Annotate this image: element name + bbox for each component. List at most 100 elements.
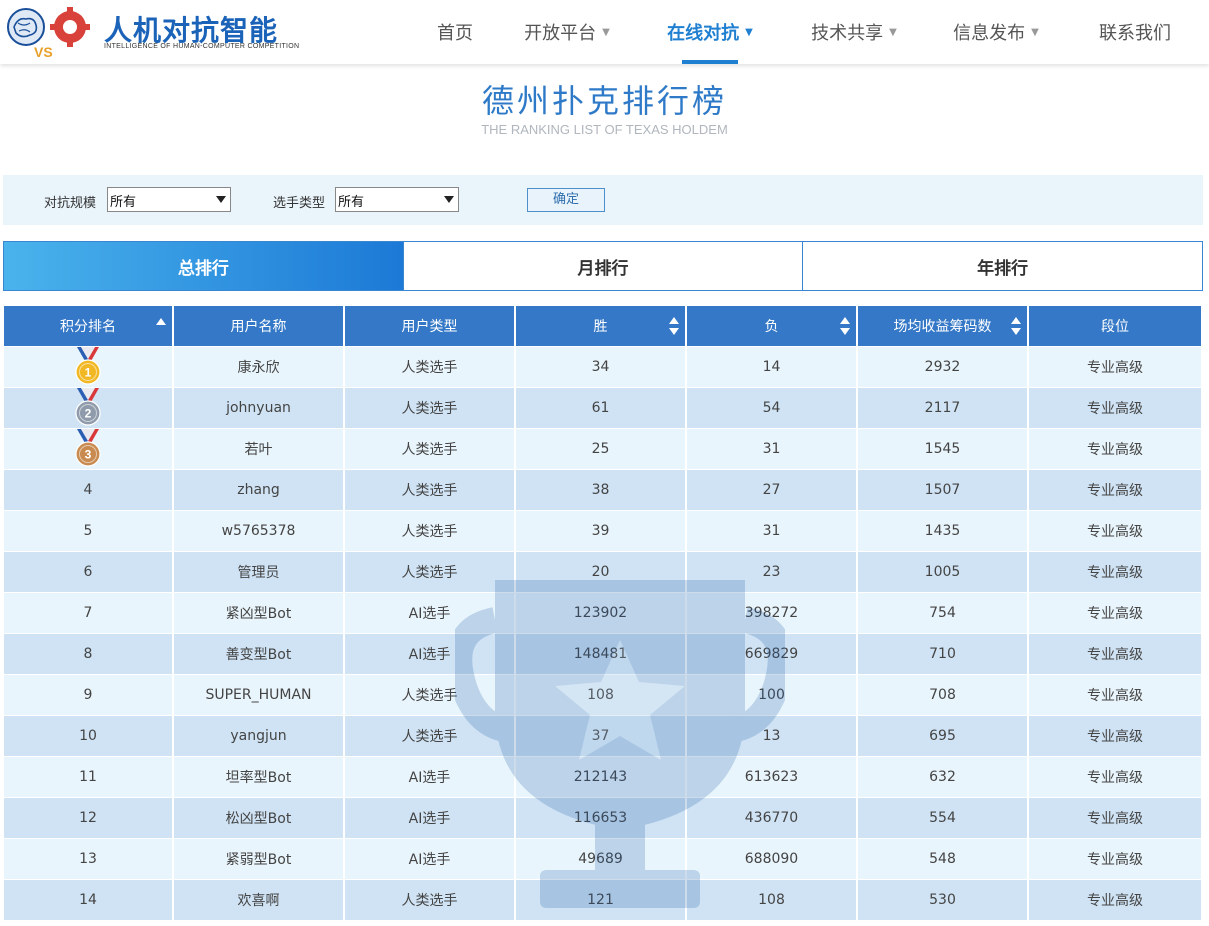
- win-cell-text: 20: [591, 564, 610, 580]
- level-cell-text: 专业高级: [1087, 852, 1143, 868]
- chevron-down-icon: ▼: [745, 26, 753, 38]
- usertype-cell-text: 人类选手: [401, 483, 458, 499]
- loss-cell-text: 100: [758, 687, 785, 703]
- loss-cell: 31: [687, 511, 858, 552]
- avg-chips-cell: 708: [858, 675, 1029, 716]
- player-type-select[interactable]: 所有: [335, 187, 459, 212]
- avg-chips-cell: 710: [858, 634, 1029, 675]
- dropdown-arrow-icon: [444, 196, 454, 203]
- loss-cell: 669829: [687, 634, 858, 675]
- loss-cell-text: 108: [758, 892, 785, 908]
- username-cell-text: 管理员: [237, 565, 280, 581]
- level-cell-text: 专业高级: [1087, 770, 1143, 786]
- avg-chips-cell: 1005: [858, 552, 1029, 593]
- rank-cell-text: 9: [83, 687, 93, 703]
- usertype-cell: AI选手: [345, 593, 516, 634]
- usertype-cell: 人类选手: [345, 388, 516, 429]
- nav-online-battle[interactable]: 在线对抗 ▼: [639, 0, 781, 64]
- loss-cell: 14: [687, 347, 858, 388]
- col-win-header[interactable]: 胜: [516, 306, 687, 347]
- usertype-cell-text: AI选手: [408, 606, 451, 622]
- usertype-cell: AI选手: [345, 839, 516, 880]
- win-cell: 25: [516, 429, 687, 470]
- svg-text:3: 3: [85, 448, 92, 462]
- win-cell: 116653: [516, 798, 687, 839]
- loss-cell: 23: [687, 552, 858, 593]
- svg-text:VS: VS: [34, 44, 53, 59]
- col-avg-chips-header[interactable]: 场均收益筹码数: [858, 306, 1029, 347]
- usertype-cell: 人类选手: [345, 552, 516, 593]
- loss-cell: 27: [687, 470, 858, 511]
- col-loss-header[interactable]: 负: [687, 306, 858, 347]
- usertype-cell: 人类选手: [345, 470, 516, 511]
- avg-chips-cell-text: 554: [929, 810, 956, 826]
- avg-chips-cell-text: 2117: [924, 400, 961, 416]
- avg-chips-cell: 530: [858, 880, 1029, 921]
- level-cell: 专业高级: [1029, 716, 1201, 757]
- table-row: 14 欢喜啊 人类选手 121 108 530 专业高级: [4, 880, 1201, 921]
- username-cell: 欢喜啊: [174, 880, 345, 921]
- tab-overall[interactable]: 总排行: [4, 242, 403, 290]
- level-cell: 专业高级: [1029, 511, 1201, 552]
- col-rank-header[interactable]: 积分排名: [4, 306, 174, 347]
- username-cell: 管理员: [174, 552, 345, 593]
- usertype-cell-text: AI选手: [408, 770, 451, 786]
- table-row: 13 紧弱型Bot AI选手 49689 688090 548 专业高级: [4, 839, 1201, 880]
- win-cell-text: 49689: [578, 851, 623, 867]
- nav-news[interactable]: 信息发布 ▼: [927, 0, 1065, 64]
- avg-chips-cell: 2117: [858, 388, 1029, 429]
- usertype-cell-text: 人类选手: [401, 729, 458, 745]
- avg-chips-cell-text: 710: [929, 646, 956, 662]
- usertype-cell-text: AI选手: [408, 852, 451, 868]
- username-cell: 坦率型Bot: [174, 757, 345, 798]
- tab-monthly[interactable]: 月排行: [402, 242, 803, 290]
- medal-icon: 2: [75, 388, 101, 426]
- site-logo[interactable]: VS 人机对抗智能 INTELLIGENCE OF HUMAN-COMPUTER…: [4, 3, 299, 60]
- usertype-cell-text: 人类选手: [401, 524, 458, 540]
- table-body: 1 康永欣 人类选手 34 14 2932 专业高级 2 johnyuan 人类选手 61 54 211…: [4, 347, 1201, 921]
- rank-cell: 6: [4, 552, 174, 593]
- nav-home[interactable]: 首页: [415, 0, 495, 64]
- usertype-cell: 人类选手: [345, 675, 516, 716]
- rank-cell: 12: [4, 798, 174, 839]
- ranking-tabs: 总排行 月排行 年排行: [3, 241, 1203, 291]
- table-row: 5 w5765378 人类选手 39 31 1435 专业高级: [4, 511, 1201, 552]
- avg-chips-cell: 754: [858, 593, 1029, 634]
- username-cell-text: johnyuan: [226, 400, 291, 416]
- avg-chips-cell-text: 1545: [924, 441, 961, 457]
- avg-chips-cell-text: 708: [929, 687, 956, 703]
- username-cell: johnyuan: [174, 388, 345, 429]
- nav-tech-share[interactable]: 技术共享 ▼: [781, 0, 927, 64]
- nav-contact[interactable]: 联系我们: [1065, 0, 1205, 64]
- confirm-button[interactable]: 确定: [527, 188, 605, 212]
- win-cell: 123902: [516, 593, 687, 634]
- rank-cell: 2: [4, 388, 174, 429]
- loss-cell-text: 14: [762, 359, 781, 375]
- win-cell: 212143: [516, 757, 687, 798]
- brain-gear-logo-icon: VS: [7, 7, 90, 60]
- table-row: 4 zhang 人类选手 38 27 1507 专业高级: [4, 470, 1201, 511]
- avg-chips-cell-text: 2932: [924, 359, 961, 375]
- chevron-down-icon: ▼: [889, 26, 897, 38]
- tab-yearly[interactable]: 年排行: [802, 242, 1203, 290]
- win-cell: 49689: [516, 839, 687, 880]
- win-cell-text: 212143: [573, 769, 628, 785]
- scale-label: 对抗规模: [44, 196, 97, 211]
- loss-cell-text: 31: [762, 523, 781, 539]
- win-cell-text: 121: [587, 892, 614, 908]
- sort-icon: [840, 317, 850, 337]
- rank-cell: 14: [4, 880, 174, 921]
- level-cell-text: 专业高级: [1087, 893, 1143, 909]
- loss-cell-text: 23: [762, 564, 781, 580]
- table-header-row: 积分排名 用户名称 用户类型 胜 负 场均收益筹码数 段位: [4, 306, 1201, 347]
- avg-chips-cell: 695: [858, 716, 1029, 757]
- win-cell-text: 25: [591, 441, 610, 457]
- username-cell: 若叶: [174, 429, 345, 470]
- rank-cell-text: 4: [83, 482, 93, 498]
- level-cell: 专业高级: [1029, 429, 1201, 470]
- scale-select[interactable]: 所有: [107, 187, 231, 212]
- rank-cell: 7: [4, 593, 174, 634]
- username-cell-text: SUPER_HUMAN: [205, 687, 312, 703]
- usertype-cell: 人类选手: [345, 880, 516, 921]
- nav-open-platform[interactable]: 开放平台 ▼: [495, 0, 639, 64]
